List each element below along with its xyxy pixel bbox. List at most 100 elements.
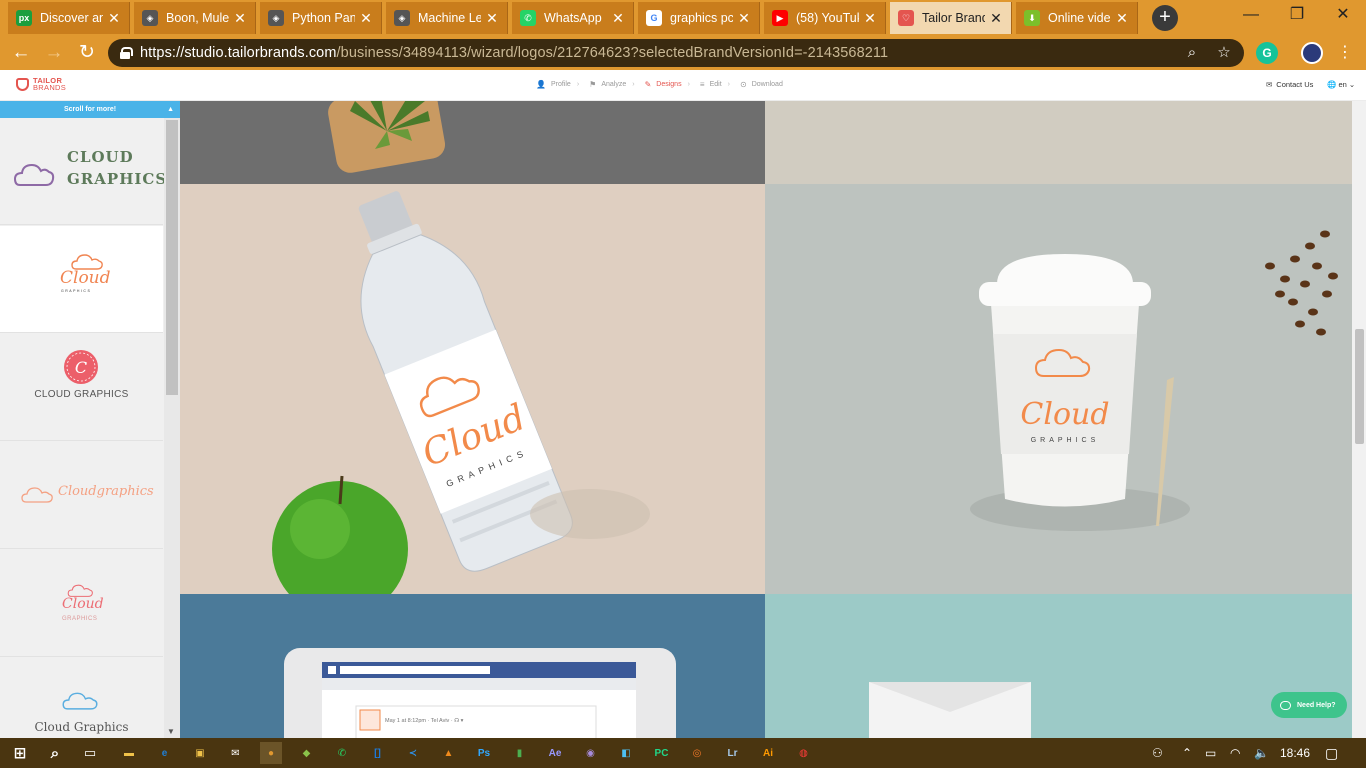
tab-title: Boon, Mule — [166, 11, 229, 25]
close-window-button[interactable]: ✕ — [1320, 0, 1366, 32]
pycharm-icon[interactable]: PC — [651, 742, 673, 764]
step-edit[interactable]: ≡ Edit › — [700, 80, 730, 89]
wifi-icon[interactable]: ◠ — [1230, 738, 1240, 768]
clock-time[interactable]: 18:46 — [1280, 738, 1310, 768]
close-tab-icon[interactable]: ✕ — [737, 10, 751, 27]
site-header: TAILOR BRANDS 👤 Profile › ⚑ Analyze › ✎ Designs ›… — [0, 70, 1366, 101]
close-tab-icon[interactable]: ✕ — [989, 10, 1003, 27]
minimize-button[interactable]: — — [1228, 0, 1274, 32]
page-scrollbar[interactable] — [1352, 101, 1366, 738]
close-tab-icon[interactable]: ✕ — [485, 10, 499, 27]
bracket-icon[interactable]: [] — [367, 742, 389, 764]
browser-tab-3[interactable]: ◈ Python Pan ✕ — [260, 2, 382, 34]
logo-2-word: Cloud — [60, 268, 111, 288]
heart-shield-icon — [16, 77, 29, 91]
mockup-plant-tile — [180, 101, 765, 184]
logo-3-text: CLOUD GRAPHICS — [34, 389, 129, 400]
chrome-icon[interactable]: ● — [260, 742, 282, 764]
bucket-icon[interactable]: ▮ — [509, 742, 531, 764]
profile-avatar[interactable] — [1301, 42, 1323, 64]
mail-icon[interactable]: ✉ — [225, 742, 247, 764]
close-tab-icon[interactable]: ✕ — [233, 10, 247, 27]
windows-taskbar: ⊞ ⌕ ▭ ▬ e ▣ ✉ ● ◆ ✆ [] ≺ ▲ Ps ▮ Ae ◉ ◧ PC ◎ Lr Ai ◍ ⚇ ⌃ ▭ ◠… — [0, 738, 1366, 768]
browser-tab-7[interactable]: ▶ (58) YouTuk ✕ — [764, 2, 886, 34]
site-icon: ◈ — [142, 10, 158, 26]
cup-logo-sub: GRAPHICS — [1031, 437, 1100, 444]
browser-tab-8[interactable]: ♡ Tailor Brand ✕ — [890, 2, 1012, 34]
cloud-outline-icon — [21, 487, 53, 503]
forward-icon[interactable]: → — [41, 40, 67, 66]
vlc-icon[interactable]: ▲ — [438, 742, 460, 764]
url-field[interactable]: https://studio.tailorbrands.com/business… — [108, 39, 1244, 67]
restore-button[interactable]: ❐ — [1274, 0, 1320, 32]
step-download[interactable]: ⊙ Download — [740, 80, 783, 89]
vscode-icon[interactable]: ≺ — [402, 742, 424, 764]
logo-option-2[interactable]: Cloud GRAPHICS — [0, 226, 163, 333]
step-label: Download — [751, 81, 783, 88]
bookmark-star-icon[interactable]: ☆ — [1214, 43, 1234, 63]
logo-option-5[interactable]: Cloud GRAPHICS — [0, 550, 163, 657]
scroll-for-more-banner[interactable]: Scroll for more! ▲ — [0, 101, 180, 118]
notifications-icon[interactable]: ▢ — [1325, 738, 1338, 768]
task-view-icon[interactable]: ▭ — [79, 742, 101, 764]
tray-chevron-icon[interactable]: ⌃ — [1182, 738, 1192, 768]
blender-icon[interactable]: ◎ — [686, 742, 708, 764]
close-tab-icon[interactable]: ✕ — [359, 10, 373, 27]
step-separator-icon: › — [727, 81, 730, 88]
tab-title: WhatsApp — [544, 11, 602, 25]
back-icon[interactable]: ← — [8, 40, 34, 66]
step-profile[interactable]: 👤 Profile › — [536, 80, 579, 89]
contact-us-link[interactable]: ✉ Contact Us — [1266, 80, 1313, 89]
menu-kebab-icon[interactable]: ⋮ — [1332, 40, 1358, 66]
store-icon[interactable]: ▣ — [189, 742, 211, 764]
close-tab-icon[interactable]: ✕ — [107, 10, 121, 27]
logo-option-6[interactable]: Cloud Graphics — [0, 658, 163, 738]
step-designs[interactable]: ✎ Designs › — [645, 80, 690, 89]
file-explorer-icon[interactable]: ▬ — [118, 742, 140, 764]
battery-icon[interactable]: ▭ — [1205, 738, 1216, 768]
lightroom-icon[interactable]: Lr — [722, 742, 744, 764]
browser-tab-4[interactable]: ◈ Machine Le ✕ — [386, 2, 508, 34]
logo-option-1[interactable]: CLOUD GRAPHICS — [0, 118, 166, 225]
whatsapp-icon[interactable]: ✆ — [331, 742, 353, 764]
step-label: Analyze — [601, 81, 627, 88]
search-icon[interactable]: ⌕ — [44, 742, 66, 764]
page-scroll-thumb[interactable] — [1355, 329, 1364, 444]
sidebar-scrollbar[interactable]: ▼ — [164, 118, 180, 738]
tailor-brands-logo[interactable]: TAILOR BRANDS — [16, 77, 66, 91]
browser-tab-9[interactable]: ⬇ Online vide ✕ — [1016, 2, 1138, 34]
windows-start-icon[interactable]: ⊞ — [9, 742, 31, 764]
people-icon[interactable]: ⚇ — [1152, 738, 1163, 768]
volume-icon[interactable]: 🔈 — [1254, 738, 1269, 768]
reload-icon[interactable]: ↻ — [74, 40, 100, 66]
close-tab-icon[interactable]: ✕ — [1115, 10, 1129, 27]
after-effects-icon[interactable]: Ae — [544, 742, 566, 764]
step-analyze[interactable]: ⚑ Analyze › — [589, 80, 634, 89]
browser-tab-2[interactable]: ◈ Boon, Mule ✕ — [134, 2, 256, 34]
new-tab-button[interactable]: + — [1152, 5, 1178, 31]
creative-cloud-icon[interactable]: ◍ — [793, 742, 815, 764]
step-label: Designs — [656, 81, 682, 88]
edge-icon[interactable]: e — [154, 742, 176, 764]
grammarly-icon[interactable]: G — [1256, 42, 1278, 64]
need-help-button[interactable]: Need Help? — [1271, 692, 1347, 718]
media-icon[interactable]: ◧ — [615, 742, 637, 764]
language-selector[interactable]: 🌐 en ⌄ — [1327, 80, 1355, 89]
sidebar-scroll-thumb[interactable] — [166, 120, 178, 395]
sliders-icon: ≡ — [699, 80, 705, 89]
logo-6-word: Cloud Graphics — [34, 720, 129, 734]
chevron-down-icon[interactable]: ▼ — [167, 727, 175, 736]
browser-tab-1[interactable]: px Discover an ✕ — [8, 2, 130, 34]
close-tab-icon[interactable]: ✕ — [611, 10, 625, 27]
photoshop-icon[interactable]: Ps — [473, 742, 495, 764]
logo-option-3[interactable]: C CLOUD GRAPHICS — [0, 334, 163, 441]
android-icon[interactable]: ◆ — [296, 742, 318, 764]
tailorbrands-icon: ♡ — [898, 10, 914, 26]
browser-icon[interactable]: ◉ — [580, 742, 602, 764]
close-tab-icon[interactable]: ✕ — [863, 10, 877, 27]
browser-tab-5[interactable]: ✆ WhatsApp ✕ — [512, 2, 634, 34]
illustrator-icon[interactable]: Ai — [757, 742, 779, 764]
zoom-icon[interactable]: ⌕ — [1182, 43, 1202, 63]
logo-option-4[interactable]: Cloudgraphics — [0, 442, 163, 549]
browser-tab-6[interactable]: Ggraphics pc ✕ — [638, 2, 760, 34]
